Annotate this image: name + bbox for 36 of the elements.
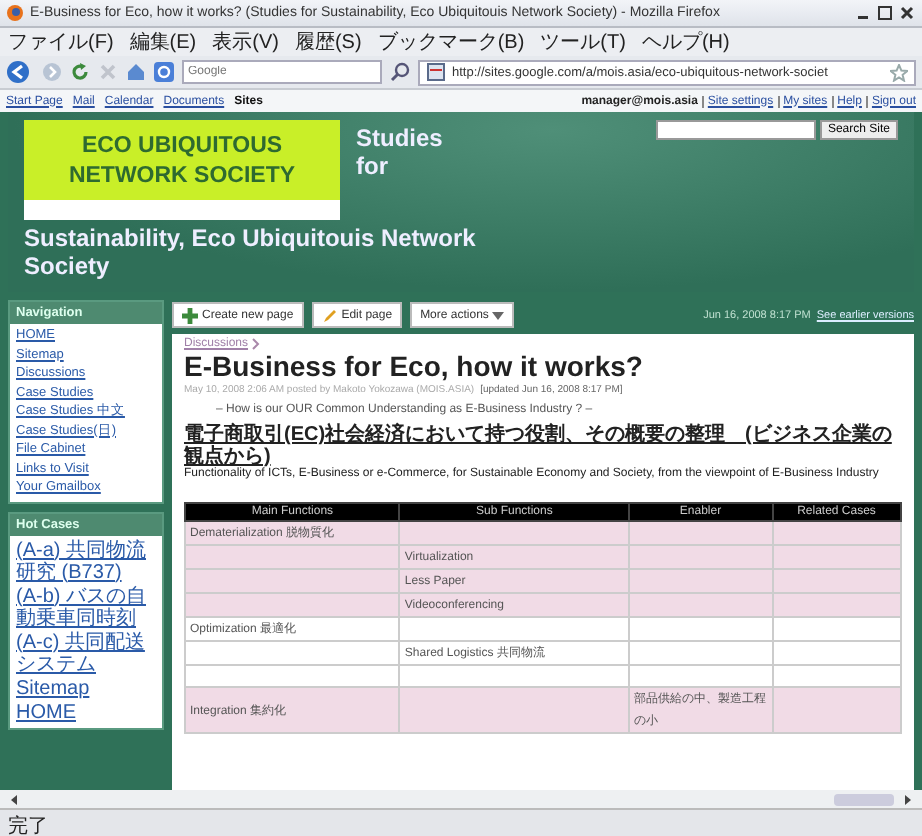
close-icon[interactable] [898,4,916,22]
pencil-icon [321,307,338,323]
status-bar: 完了 [0,808,922,836]
firefox-icon [6,4,24,22]
plus-icon [182,307,198,323]
menu-item[interactable]: 表示(V) [212,28,279,56]
star-icon[interactable] [890,63,908,81]
search-icon[interactable] [390,62,410,82]
page-icon [426,62,446,82]
back-icon[interactable] [6,60,34,84]
menu-item[interactable]: ツール(T) [540,28,626,56]
horizontal-scrollbar[interactable] [0,790,922,808]
section-heading: 電子商取引(EC)社会経済において持つ役割、その概要の整理 (ビジネス企業の観点から) [184,424,894,468]
google-icon[interactable] [154,62,174,82]
home-icon[interactable] [126,62,146,82]
logo-text: NETWORK SOCIETY [68,162,296,192]
site-title: Sustainability, Eco Ubiquitouis Network Society [24,224,478,284]
sidebar-link[interactable]: (A-a) 共同物流研究 (B737) [16,539,156,583]
menu-item[interactable]: ブックマーク(B) [377,28,525,56]
page-title: E-Business for Eco, how it works? [184,350,645,384]
scroll-thumb[interactable] [834,793,894,805]
caret-icon [492,311,505,319]
logo-text: ECO UBIQUITOUS [81,132,283,162]
menu-item[interactable]: 編集(E) [129,28,197,56]
sidebar-link[interactable]: (A-b) バスの自動乗車同時刻 [16,585,156,629]
menu-item[interactable]: ヘルプ(H) [641,28,730,56]
reload-icon[interactable] [70,62,90,82]
menu-item[interactable]: 履歴(S) [294,28,362,56]
chevron-icon [252,338,261,350]
site-search-field[interactable] [655,120,816,140]
sidebar-link[interactable]: Sitemap [16,677,156,699]
menu-item[interactable]: ファイル(F) [8,28,114,56]
site-title: Studies for [356,122,445,180]
maximize-icon[interactable] [876,4,894,22]
sidebar-link[interactable]: HOME [16,701,156,723]
sidebar-link[interactable]: (A-c) 共同配送システム [16,631,156,675]
